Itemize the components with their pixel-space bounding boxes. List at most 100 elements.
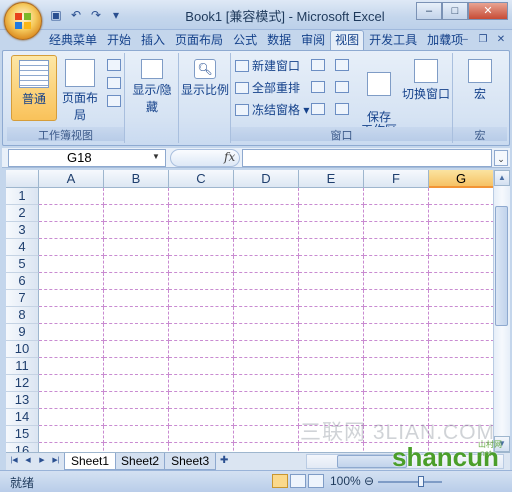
tab-insert[interactable]: 插入 <box>136 30 170 50</box>
row-header-6[interactable]: 6 <box>6 273 39 290</box>
arrange-all-button[interactable]: 全部重排 <box>235 79 300 97</box>
cell-c11[interactable] <box>169 358 234 375</box>
cell-d7[interactable] <box>234 290 299 307</box>
cell-b16[interactable] <box>104 443 169 452</box>
cell-g9[interactable] <box>429 324 493 341</box>
freeze-panes-button[interactable]: 冻结窗格 ▾ <box>235 101 309 119</box>
row-header-5[interactable]: 5 <box>6 256 39 273</box>
cell-d16[interactable] <box>234 443 299 452</box>
macros-button[interactable]: 宏 <box>457 55 503 121</box>
cell-e13[interactable] <box>299 392 364 409</box>
cell-d8[interactable] <box>234 307 299 324</box>
prev-sheet-icon[interactable]: ◀ <box>22 454 34 468</box>
column-header-b[interactable]: B <box>104 170 169 188</box>
row-header-12[interactable]: 12 <box>6 375 39 392</box>
cell-b8[interactable] <box>104 307 169 324</box>
cell-b11[interactable] <box>104 358 169 375</box>
zoom-out-icon[interactable]: ⊖ <box>364 474 374 488</box>
cell-f3[interactable] <box>364 222 429 239</box>
column-header-d[interactable]: D <box>234 170 299 188</box>
select-all-corner[interactable] <box>6 170 39 188</box>
cell-e7[interactable] <box>299 290 364 307</box>
cell-e11[interactable] <box>299 358 364 375</box>
cell-d2[interactable] <box>234 205 299 222</box>
normal-view-shortcut-icon[interactable] <box>272 474 288 488</box>
cell-d4[interactable] <box>234 239 299 256</box>
cell-c5[interactable] <box>169 256 234 273</box>
restore-workbook-icon[interactable]: ❐ <box>476 33 490 47</box>
cell-a2[interactable] <box>39 205 104 222</box>
cell-c15[interactable] <box>169 426 234 443</box>
custom-views-icon[interactable] <box>107 77 121 89</box>
next-sheet-icon[interactable]: ▶ <box>36 454 48 468</box>
cell-b14[interactable] <box>104 409 169 426</box>
cell-a15[interactable] <box>39 426 104 443</box>
maximize-button[interactable]: □ <box>442 2 468 20</box>
cell-d1[interactable] <box>234 188 299 205</box>
cell-e12[interactable] <box>299 375 364 392</box>
zoom-level[interactable]: 100% <box>330 474 361 488</box>
cell-g11[interactable] <box>429 358 493 375</box>
name-box[interactable]: G18 <box>8 149 166 167</box>
row-header-3[interactable]: 3 <box>6 222 39 239</box>
save-icon[interactable]: ▣ <box>48 7 64 23</box>
cell-d14[interactable] <box>234 409 299 426</box>
cell-e6[interactable] <box>299 273 364 290</box>
cell-g3[interactable] <box>429 222 493 239</box>
cell-c13[interactable] <box>169 392 234 409</box>
cell-d13[interactable] <box>234 392 299 409</box>
cell-f1[interactable] <box>364 188 429 205</box>
name-box-dropdown-icon[interactable]: ▼ <box>152 152 160 161</box>
cell-a13[interactable] <box>39 392 104 409</box>
cell-b3[interactable] <box>104 222 169 239</box>
column-header-g[interactable]: G <box>429 170 493 188</box>
cell-b4[interactable] <box>104 239 169 256</box>
minimize-button[interactable]: – <box>416 2 442 20</box>
undo-icon[interactable]: ↶ <box>68 7 84 23</box>
row-header-13[interactable]: 13 <box>6 392 39 409</box>
redo-icon[interactable]: ↷ <box>88 7 104 23</box>
cell-c4[interactable] <box>169 239 234 256</box>
cell-b12[interactable] <box>104 375 169 392</box>
cell-g6[interactable] <box>429 273 493 290</box>
cell-g4[interactable] <box>429 239 493 256</box>
cell-b15[interactable] <box>104 426 169 443</box>
vertical-scroll-thumb[interactable] <box>495 206 508 326</box>
cell-b7[interactable] <box>104 290 169 307</box>
tab-view[interactable]: 视图 <box>330 30 365 50</box>
cell-f8[interactable] <box>364 307 429 324</box>
column-header-c[interactable]: C <box>169 170 234 188</box>
cell-d12[interactable] <box>234 375 299 392</box>
page-break-shortcut-icon[interactable] <box>308 474 324 488</box>
tab-page-layout[interactable]: 页面布局 <box>170 30 228 50</box>
worksheet-grid[interactable]: ABCDEFG 1 2 3 4 5 6 7 8 9 10 11 12 13 14 15 16 <box>6 170 493 452</box>
cell-a5[interactable] <box>39 256 104 273</box>
row-header-2[interactable]: 2 <box>6 205 39 222</box>
minimize-workbook-icon[interactable]: – <box>458 33 472 47</box>
cell-e10[interactable] <box>299 341 364 358</box>
tab-review[interactable]: 审阅 <box>296 30 330 50</box>
row-header-1[interactable]: 1 <box>6 188 39 205</box>
column-header-f[interactable]: F <box>364 170 429 188</box>
cell-f4[interactable] <box>364 239 429 256</box>
cell-e8[interactable] <box>299 307 364 324</box>
cell-c7[interactable] <box>169 290 234 307</box>
cell-c8[interactable] <box>169 307 234 324</box>
cell-e5[interactable] <box>299 256 364 273</box>
reset-window-position-icon[interactable] <box>335 103 349 115</box>
row-header-16[interactable]: 16 <box>6 443 39 452</box>
cell-f2[interactable] <box>364 205 429 222</box>
cell-c1[interactable] <box>169 188 234 205</box>
cell-d10[interactable] <box>234 341 299 358</box>
cell-g8[interactable] <box>429 307 493 324</box>
cell-d9[interactable] <box>234 324 299 341</box>
cell-f12[interactable] <box>364 375 429 392</box>
cell-f11[interactable] <box>364 358 429 375</box>
row-header-11[interactable]: 11 <box>6 358 39 375</box>
cell-c16[interactable] <box>169 443 234 452</box>
row-header-9[interactable]: 9 <box>6 324 39 341</box>
row-header-8[interactable]: 8 <box>6 307 39 324</box>
help-icon[interactable]: ? <box>440 33 454 47</box>
insert-sheet-icon[interactable]: ✚ <box>214 453 234 469</box>
tab-developer[interactable]: 开发工具 <box>364 30 422 50</box>
